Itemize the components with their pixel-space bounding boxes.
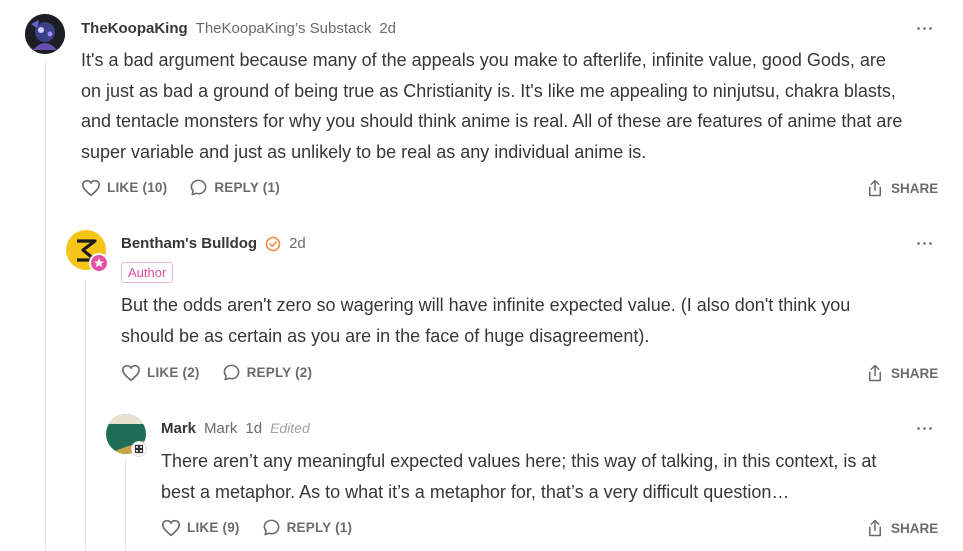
share-icon (869, 364, 881, 382)
publication-name[interactable]: TheKoopaKing’s Substack (196, 20, 372, 37)
comment-body: It's a bad argument because many of the … (81, 45, 951, 167)
edited-label: Edited (270, 420, 310, 436)
share-icon (869, 179, 881, 197)
avatar-image (106, 414, 147, 457)
heart-icon (162, 519, 180, 536)
comment-line: It's a bad argument because many of the … (81, 50, 886, 70)
share-button[interactable]: SHARE (866, 518, 938, 538)
comment-line: should be as certain as you are in the f… (121, 325, 650, 346)
timestamp[interactable]: 1d (245, 420, 262, 437)
timestamp[interactable]: 2d (379, 20, 396, 37)
reply-button[interactable]: REPLY (2) (222, 363, 313, 382)
thread-line-2 (85, 280, 86, 551)
comment-line: super variable and just as unlikely to b… (81, 141, 647, 162)
more-icon[interactable] (912, 233, 936, 253)
verified-check-icon (265, 236, 281, 251)
share-button[interactable]: SHARE (866, 363, 938, 383)
comment-line: There aren’t any meaningful expected val… (161, 451, 877, 471)
reply-label: REPLY (2) (246, 365, 313, 380)
avatar[interactable] (66, 230, 109, 273)
share-label: SHARE (891, 520, 939, 536)
share-button[interactable]: SHARE (866, 178, 938, 198)
thread-line-3 (125, 458, 126, 551)
share-label: SHARE (891, 180, 939, 196)
heart-icon (122, 364, 140, 381)
comment-line: on just as bad a ground of being true as… (81, 80, 896, 101)
author-name[interactable]: Bentham's Bulldog (121, 235, 257, 252)
reply-icon (190, 179, 207, 196)
like-label: LIKE (10) (107, 180, 168, 195)
comment-body: But the odds aren't zero so wagering wil… (121, 290, 951, 351)
more-icon[interactable] (912, 18, 936, 38)
timestamp[interactable]: 2d (289, 235, 306, 252)
like-button[interactable]: LIKE (2) (121, 364, 200, 382)
thread-line-1 (45, 60, 46, 551)
author-name[interactable]: TheKoopaKing (81, 20, 188, 37)
like-button[interactable]: LIKE (9) (161, 519, 240, 537)
like-button[interactable]: LIKE (10) (81, 179, 167, 197)
reply-label: REPLY (1) (286, 520, 353, 535)
avatar-image (25, 14, 65, 54)
author-badge: Author (121, 262, 174, 283)
reply-button[interactable]: REPLY (1) (189, 178, 280, 197)
like-label: LIKE (9) (187, 520, 240, 535)
avatar-image (66, 230, 109, 273)
share-label: SHARE (891, 365, 939, 381)
avatar[interactable] (25, 14, 65, 54)
heart-icon (82, 179, 100, 196)
comment-line: But the odds aren't zero so wagering wil… (121, 295, 851, 315)
like-label: LIKE (2) (147, 365, 200, 380)
reply-label: REPLY (1) (214, 180, 280, 195)
comment-line: and tentacle monsters for why you should… (81, 111, 903, 131)
reply-icon (263, 519, 280, 536)
comment-body: There aren’t any meaningful expected val… (161, 446, 951, 507)
comment-line: best a metaphor. As to what it’s a metap… (161, 481, 790, 502)
reply-icon (223, 364, 240, 381)
reply-button[interactable]: REPLY (1) (262, 518, 353, 537)
more-icon[interactable] (912, 418, 936, 438)
publication-name[interactable]: Mark (204, 420, 237, 437)
avatar[interactable] (106, 414, 147, 457)
share-icon (869, 519, 881, 537)
author-name[interactable]: Mark (161, 420, 196, 437)
